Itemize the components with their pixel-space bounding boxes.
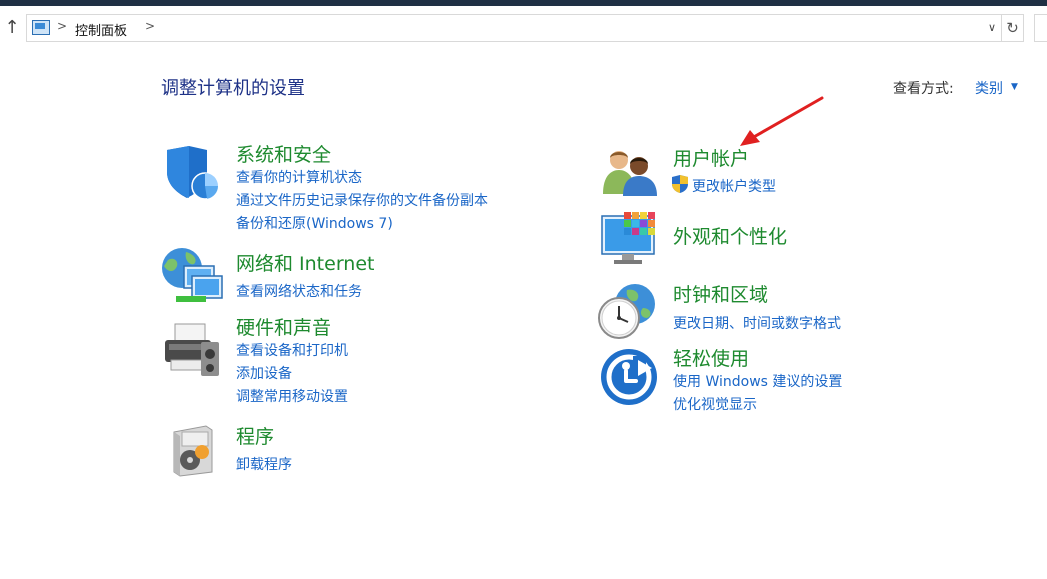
view-computer-status-link[interactable]: 查看你的计算机状态 [236, 167, 362, 187]
file-history-backup-link[interactable]: 通过文件历史记录保存你的文件备份副本 [236, 190, 488, 210]
breadcrumb-separator[interactable]: > [57, 19, 67, 33]
address-box[interactable]: > 控制面板 > ∨ [26, 14, 1002, 42]
appearance-icon[interactable] [600, 210, 660, 268]
appearance-title[interactable]: 外观和个性化 [673, 222, 787, 249]
programs-icon[interactable] [166, 422, 218, 478]
address-dropdown-button[interactable]: ∨ [985, 19, 999, 37]
clock-globe-icon[interactable] [597, 282, 659, 342]
view-devices-printers-link[interactable]: 查看设备和打印机 [236, 340, 348, 360]
printer-icon[interactable] [161, 320, 223, 380]
change-account-type-link[interactable]: 更改帐户类型 [692, 176, 776, 196]
network-icon[interactable] [160, 246, 224, 308]
shield-icon[interactable] [163, 144, 221, 202]
recommended-settings-link[interactable]: 使用 Windows 建议的设置 [673, 371, 842, 391]
optimize-visual-display-link[interactable]: 优化视觉显示 [673, 394, 757, 414]
breadcrumb-control-panel[interactable]: 控制面板 [75, 20, 127, 39]
refresh-button[interactable]: ↻ [1002, 14, 1024, 42]
network-internet-title[interactable]: 网络和 Internet [236, 249, 374, 276]
view-by-dropdown[interactable]: 类别 [975, 78, 1003, 98]
search-input[interactable] [1034, 14, 1047, 42]
uninstall-program-link[interactable]: 卸载程序 [236, 454, 292, 474]
programs-title[interactable]: 程序 [236, 422, 274, 449]
users-icon[interactable] [601, 146, 659, 196]
control-panel-icon [32, 20, 50, 35]
view-by-label: 查看方式: [893, 81, 954, 97]
system-security-title[interactable]: 系统和安全 [236, 140, 331, 167]
view-by-caret-icon[interactable]: ▼ [1011, 78, 1018, 96]
backup-restore-link[interactable]: 备份和还原(Windows 7) [236, 213, 393, 233]
uac-shield-icon [672, 175, 688, 193]
ease-of-access-title[interactable]: 轻松使用 [673, 344, 749, 371]
change-date-time-format-link[interactable]: 更改日期、时间或数字格式 [673, 313, 841, 333]
add-device-link[interactable]: 添加设备 [236, 363, 292, 383]
breadcrumb-separator[interactable]: > [145, 19, 155, 33]
annotation-arrow-icon [740, 96, 824, 146]
page-title: 调整计算机的设置 [161, 78, 305, 99]
view-network-status-link[interactable]: 查看网络状态和任务 [236, 281, 362, 301]
ease-of-access-icon[interactable] [600, 348, 658, 406]
up-arrow-button[interactable]: ↑ [2, 16, 22, 40]
clock-region-title[interactable]: 时钟和区域 [673, 280, 768, 307]
mobility-settings-link[interactable]: 调整常用移动设置 [236, 386, 348, 406]
address-bar-row: ↑ > 控制面板 > ∨ ↻ [0, 6, 1047, 48]
hardware-sound-title[interactable]: 硬件和声音 [236, 313, 331, 340]
